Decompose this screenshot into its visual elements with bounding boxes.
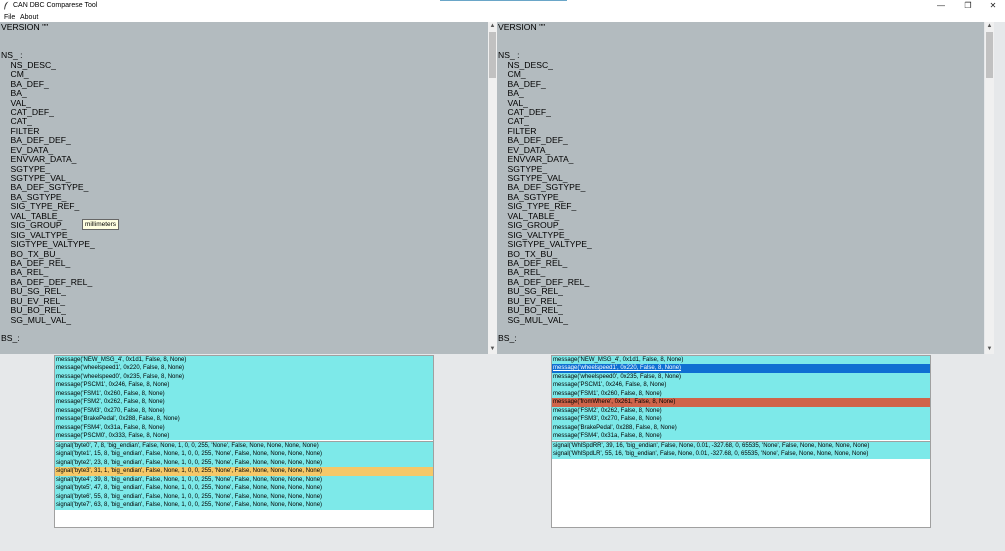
message-list-item[interactable]: message('PSCM0', 0x333, False, 8, None) (55, 431, 433, 441)
message-list-item[interactable]: message('FSM2', 0x262, False, 8, None) (55, 398, 433, 407)
message-list-item[interactable]: message('FSM1', 0x260, False, 8, None) (55, 389, 433, 399)
signal-list-item[interactable]: signal('WhlSpdRR', 39, 16, 'big_endian',… (552, 442, 930, 451)
right-scroll-thumb[interactable] (986, 32, 993, 78)
title-bar: CAN DBC Comparese Tool — ❐ ✕ (0, 0, 1005, 12)
message-list-item[interactable]: message('FSM4', 0x31a, False, 8, None) (55, 423, 433, 432)
signal-list-item[interactable]: signal('byte3', 31, 1, 'big_endian', Fal… (55, 467, 433, 476)
message-list-item[interactable]: message('wheelspeed0', 0x235, False, 8, … (552, 372, 930, 382)
message-list-item[interactable]: message('PSCM1', 0x246, False, 8, None) (55, 381, 433, 390)
message-list-item[interactable]: message('wheelspeed1', 0x220, False, 8, … (552, 364, 930, 373)
message-list-item[interactable]: message('BrakePedal', 0x288, False, 8, N… (55, 415, 433, 424)
message-list-item[interactable]: message('NEW_MSG_4', 0x1d1, False, 8, No… (552, 356, 930, 365)
menu-file[interactable]: File (4, 13, 15, 22)
message-list-item[interactable]: message('wheelspeed1', 0x220, False, 8, … (55, 364, 433, 373)
right-dbc-text-area[interactable]: VERSION "" NS_ : NS_DESC_ CM_ BA_DEF_ BA… (497, 22, 984, 354)
message-list-item[interactable]: message('FSM3', 0x270, False, 8, None) (552, 415, 930, 424)
left-message-list[interactable]: message('NEW_MSG_4', 0x1d1, False, 8, No… (54, 355, 434, 442)
signal-list-item[interactable]: signal('byte5', 47, 8, 'big_endian', Fal… (55, 484, 433, 493)
signal-list-item[interactable]: signal('byte7', 63, 8, 'big_endian', Fal… (55, 501, 433, 510)
message-list-item[interactable]: message('PSCM1', 0x246, False, 8, None) (552, 381, 930, 390)
title-accent-line (440, 0, 567, 1)
message-list-item[interactable]: message('fromWhere', 0x261, False, 8, No… (552, 398, 930, 407)
left-signal-list[interactable]: signal('byte0', 7, 8, 'big_endian', Fals… (54, 441, 434, 528)
scroll-down-arrow-icon[interactable]: ▼ (488, 345, 497, 354)
signal-list-item[interactable]: signal('byte0', 7, 8, 'big_endian', Fals… (55, 442, 433, 451)
close-button[interactable]: ✕ (981, 0, 1005, 12)
minimize-button[interactable]: — (929, 0, 953, 12)
tooltip: millimeters (82, 219, 120, 230)
left-dbc-text-area[interactable]: VERSION "" NS_ : NS_DESC_ CM_ BA_DEF_ BA… (0, 22, 488, 354)
right-dbc-text: VERSION "" NS_ : NS_DESC_ CM_ BA_DEF_ BA… (498, 22, 592, 344)
right-message-list[interactable]: message('NEW_MSG_4', 0x1d1, False, 8, No… (551, 355, 931, 442)
left-scroll-thumb[interactable] (489, 32, 496, 78)
scroll-up-arrow-icon[interactable]: ▲ (985, 22, 994, 31)
scroll-down-arrow-icon[interactable]: ▼ (985, 345, 994, 354)
scroll-up-arrow-icon[interactable]: ▲ (488, 22, 497, 31)
signal-list-item[interactable]: signal('WhlSpdLR', 55, 16, 'big_endian',… (552, 450, 930, 459)
message-list-item[interactable]: message('BrakePedal', 0x288, False, 8, N… (552, 423, 930, 432)
signal-list-item[interactable]: signal('byte2', 23, 8, 'big_endian', Fal… (55, 458, 433, 468)
message-list-item[interactable]: message('FSM1', 0x260, False, 8, None) (552, 389, 930, 399)
menu-bar: File About (0, 12, 1005, 22)
message-list-item[interactable]: message('wheelspeed0', 0x235, False, 8, … (55, 372, 433, 382)
message-list-item[interactable]: message('NEW_MSG_4', 0x1d1, False, 8, No… (55, 356, 433, 365)
signal-list-item[interactable]: signal('byte1', 15, 8, 'big_endian', Fal… (55, 450, 433, 459)
message-list-item[interactable]: message('FSM4', 0x31a, False, 8, None) (552, 431, 930, 441)
left-dbc-text: VERSION "" NS_ : NS_DESC_ CM_ BA_DEF_ BA… (1, 22, 95, 344)
signal-list-item[interactable]: signal('byte6', 55, 8, 'big_endian', Fal… (55, 492, 433, 502)
right-signal-list[interactable]: signal('WhlSpdRR', 39, 16, 'big_endian',… (551, 441, 931, 528)
menu-about[interactable]: About (20, 13, 38, 22)
restore-button[interactable]: ❐ (956, 0, 980, 12)
feather-icon (4, 1, 9, 10)
right-text-scrollbar[interactable]: ▲ ▼ (985, 22, 994, 354)
message-list-item[interactable]: message('FSM2', 0x262, False, 8, None) (552, 406, 930, 416)
window-title: CAN DBC Comparese Tool (13, 2, 98, 9)
left-text-scrollbar[interactable]: ▲ ▼ (488, 22, 497, 354)
message-list-item[interactable]: message('FSM3', 0x270, False, 8, None) (55, 406, 433, 416)
signal-list-item[interactable]: signal('byte4', 39, 8, 'big_endian', Fal… (55, 475, 433, 485)
